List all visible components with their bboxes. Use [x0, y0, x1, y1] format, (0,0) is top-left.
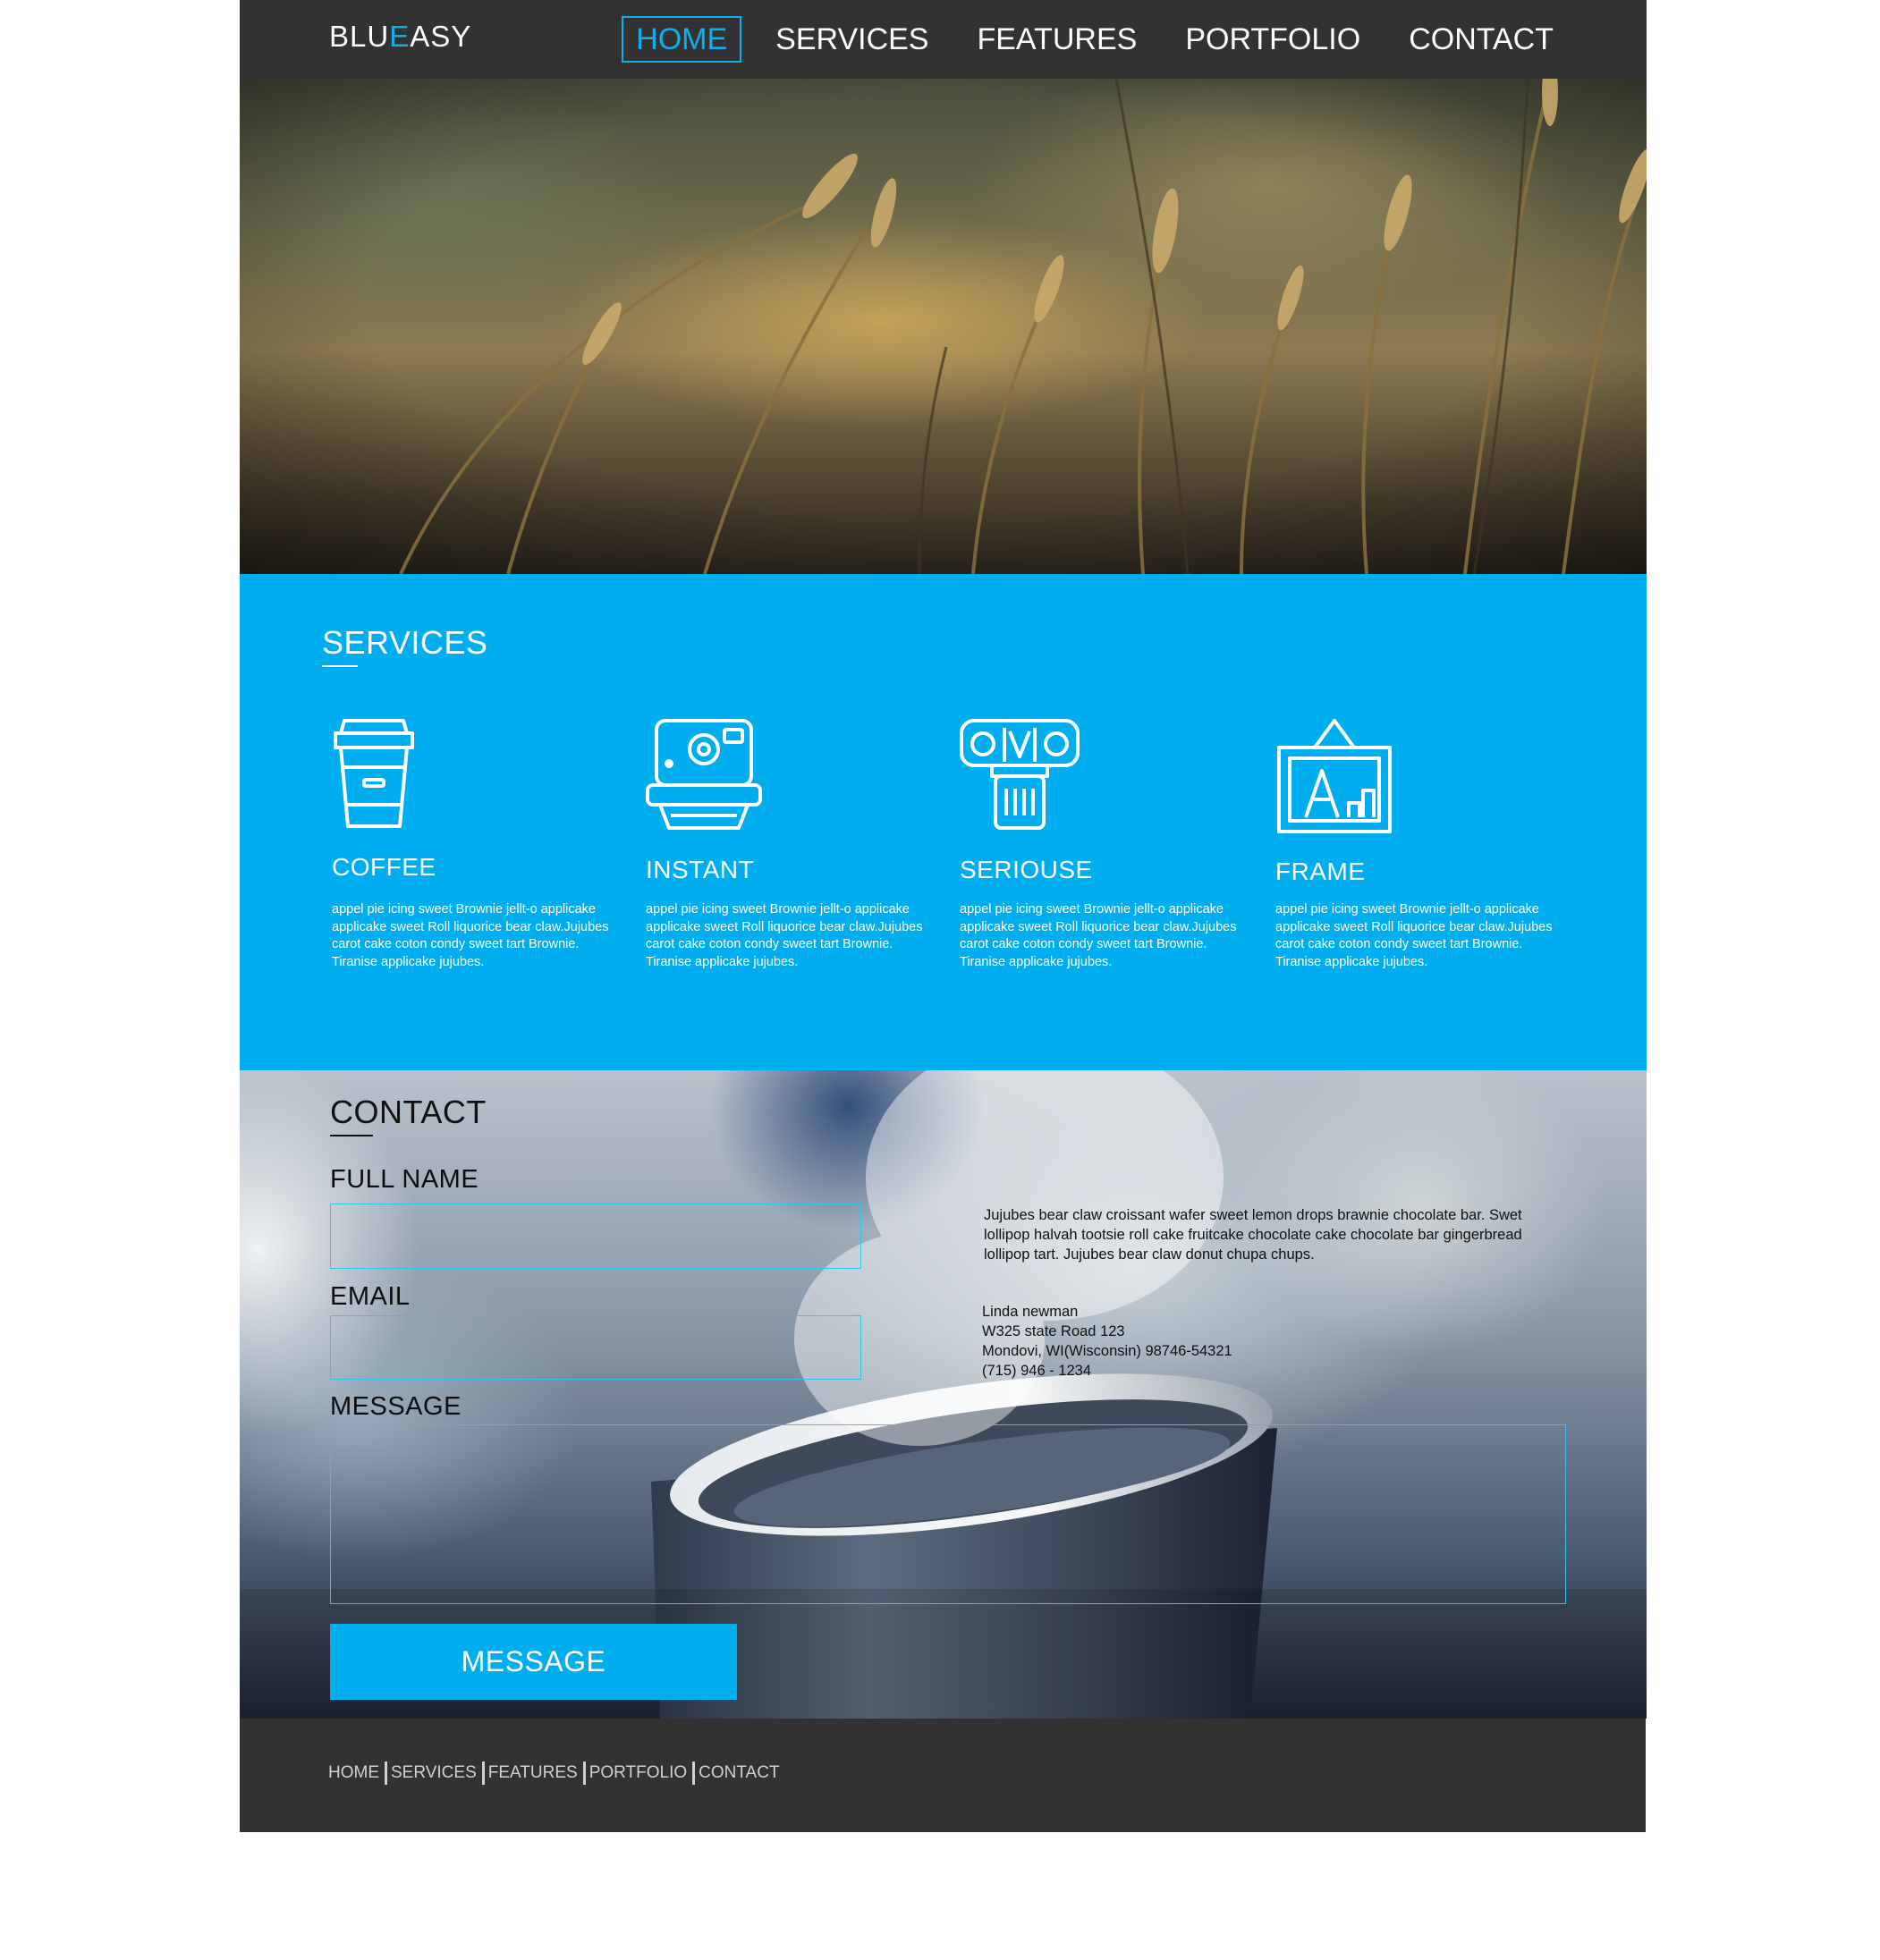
service-name-instant: INSTANT — [646, 856, 755, 883]
service-desc-coffee: appel pie icing sweet Brownie jellt-o ap… — [332, 902, 609, 969]
footer-nav: HOME SERVICES FEATURES PORTFOLIO CONTACT — [328, 1761, 780, 1785]
full-name-input[interactable] — [330, 1204, 861, 1269]
service-name-coffee: COFFEE — [332, 853, 436, 881]
message-textarea[interactable] — [330, 1424, 1566, 1604]
nav-portfolio[interactable]: PORTFOLIO — [1171, 16, 1375, 63]
message-label: MESSAGE — [330, 1392, 462, 1421]
footer-nav-contact[interactable]: CONTACT — [699, 1762, 779, 1784]
send-message-button[interactable]: MESSAGE — [330, 1624, 737, 1700]
email-input[interactable] — [330, 1315, 861, 1380]
landing-page: BLUEASY HOME SERVICES FEATURES PORTFOLIO… — [240, 0, 1647, 1832]
logo-text-start: BLU — [329, 20, 390, 53]
footer-nav-divider — [582, 1761, 586, 1785]
address-name: Linda newman — [982, 1304, 1079, 1320]
logo-text-end: ASY — [410, 20, 472, 53]
services-heading-underline — [322, 665, 358, 667]
service-desc-seriouse: appel pie icing sweet Brownie jellt-o ap… — [960, 902, 1237, 969]
service-desc-instant: appel pie icing sweet Brownie jellt-o ap… — [646, 902, 923, 969]
site-logo[interactable]: BLUEASY — [329, 20, 471, 54]
full-name-label: FULL NAME — [330, 1165, 479, 1194]
contact-blurb: Jujubes bear claw croissant wafer sweet … — [984, 1207, 1522, 1263]
nav-features[interactable]: FEATURES — [962, 16, 1151, 63]
email-label: EMAIL — [330, 1282, 411, 1311]
nav-contact[interactable]: CONTACT — [1394, 16, 1568, 63]
nav-services[interactable]: SERVICES — [761, 16, 943, 63]
picture-frame-icon — [1277, 719, 1392, 833]
nav-home[interactable]: HOME — [622, 16, 742, 63]
address-street: W325 state Road 123 — [982, 1323, 1125, 1339]
services-section: SERVICES COFFEE appel pie icing sweet Br… — [240, 574, 1647, 1070]
footer-nav-divider — [481, 1761, 485, 1785]
logo-text-accent: E — [389, 20, 411, 53]
contact-heading-underline — [330, 1135, 373, 1136]
instant-camera-icon — [646, 719, 762, 830]
footer-nav-home[interactable]: HOME — [328, 1762, 379, 1784]
contact-address: Linda newman W325 state Road 123 Mondovi… — [982, 1302, 1232, 1381]
services-heading-text: SERVICES — [322, 624, 488, 661]
coffee-cup-icon — [334, 719, 414, 828]
service-desc-frame: appel pie icing sweet Brownie jellt-o ap… — [1275, 902, 1553, 969]
film-camera-icon — [960, 719, 1080, 830]
footer-nav-services[interactable]: SERVICES — [391, 1762, 477, 1784]
address-city: Mondovi, WI(Wisconsin) 98746-54321 — [982, 1343, 1232, 1359]
service-name-seriouse: SERIOUSE — [960, 856, 1093, 883]
contact-heading: CONTACT — [330, 1094, 487, 1136]
services-heading: SERVICES — [322, 624, 488, 667]
address-phone: (715) 946 - 1234 — [982, 1363, 1092, 1379]
contact-heading-text: CONTACT — [330, 1094, 487, 1130]
footer-nav-divider — [692, 1761, 696, 1785]
main-nav: HOME SERVICES FEATURES PORTFOLIO CONTACT — [622, 16, 1568, 63]
footer-nav-portfolio[interactable]: PORTFOLIO — [589, 1762, 687, 1784]
footer-nav-divider — [385, 1761, 387, 1785]
contact-section: CONTACT FULL NAME EMAIL MESSAGE MESSAGE … — [240, 1070, 1647, 1719]
site-footer: HOME SERVICES FEATURES PORTFOLIO CONTACT — [240, 1719, 1646, 1832]
site-header: BLUEASY HOME SERVICES FEATURES PORTFOLIO… — [240, 0, 1647, 79]
service-name-frame: FRAME — [1275, 858, 1366, 885]
hero-image — [240, 79, 1647, 574]
wheat-field-graphic — [240, 79, 1647, 574]
footer-nav-features[interactable]: FEATURES — [488, 1762, 578, 1784]
